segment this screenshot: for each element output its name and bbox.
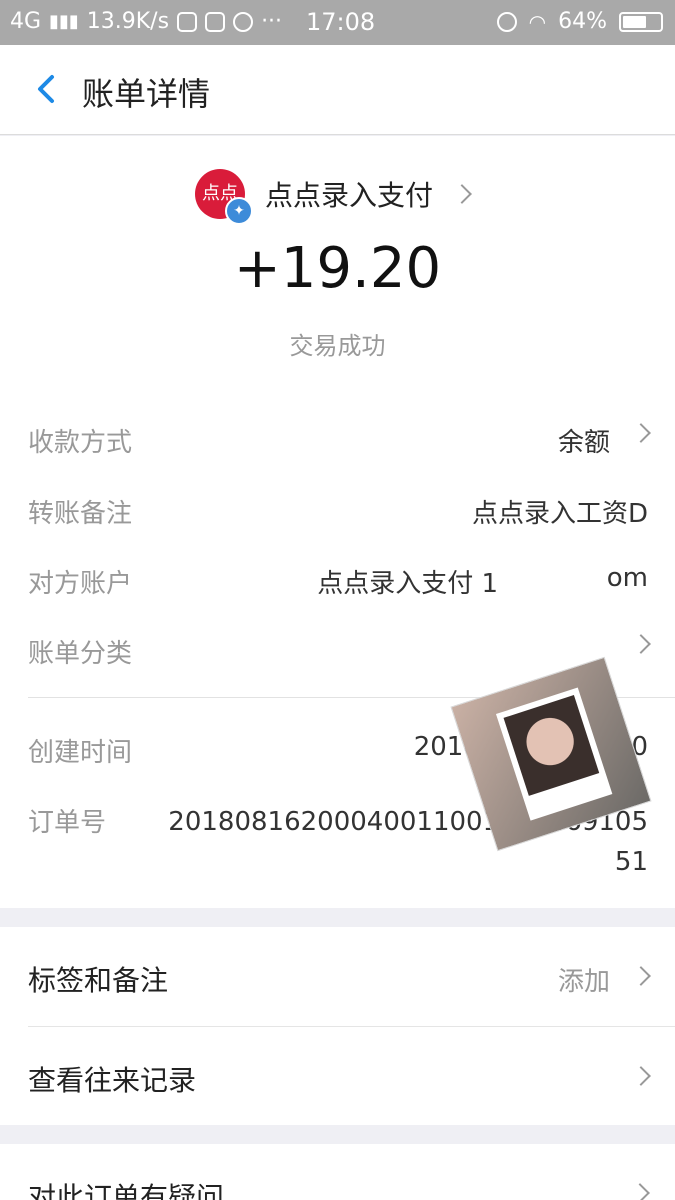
chevron-right-icon xyxy=(631,423,651,443)
chevron-right-icon xyxy=(630,1183,650,1200)
app-icon xyxy=(205,11,226,32)
question-card[interactable]: 对此订单有疑问 xyxy=(0,1144,675,1200)
item-label: 标签和备注 xyxy=(28,964,169,997)
bill-detail-card: 点点 ✦ 点点录入支付 +19.20 交易成功 收款方式 余额 转账备注 点点录… xyxy=(0,136,675,908)
alarm-icon xyxy=(496,11,517,32)
row-bill-category[interactable]: 账单分类 xyxy=(28,619,651,679)
row-value-suffix: om xyxy=(606,563,648,593)
row-label: 收款方式 xyxy=(28,428,133,458)
actions-card: 标签和备注 添加 查看往来记录 xyxy=(0,927,675,1125)
page-title: 账单详情 xyxy=(82,75,211,113)
row-label: 转账备注 xyxy=(28,499,133,529)
wechat-icon xyxy=(177,11,198,32)
add-link[interactable]: 添加 xyxy=(558,961,610,998)
merchant-name: 点点录入支付 xyxy=(265,179,434,212)
merchant-link[interactable]: 点点 ✦ 点点录入支付 xyxy=(195,166,472,225)
chevron-right-icon xyxy=(631,966,651,986)
row-value: 点点录入工资D xyxy=(471,499,648,529)
nav-header: 账单详情 xyxy=(0,45,675,135)
alarm-icon xyxy=(233,11,254,32)
row-payment-method[interactable]: 收款方式 余额 xyxy=(28,408,651,468)
network-indicator: 4G xyxy=(10,9,42,34)
row-counterparty-account: 对方账户 点点录入支付 1 om xyxy=(28,549,648,609)
tags-notes-item[interactable]: 标签和备注 添加 xyxy=(28,927,651,1025)
row-label: 对方账户 xyxy=(28,569,133,599)
signal-icon: ▮▮▮ xyxy=(49,11,79,32)
battery-icon xyxy=(619,11,663,32)
merchant-logo: 点点 ✦ xyxy=(195,169,253,225)
chevron-right-icon xyxy=(631,634,651,654)
photo-frame xyxy=(495,687,613,821)
row-label: 创建时间 xyxy=(28,738,133,768)
chevron-right-icon xyxy=(452,184,472,204)
back-arrow-icon[interactable] xyxy=(28,69,68,109)
row-value: 点点录入支付 1 xyxy=(317,569,498,599)
battery-percent: 64% xyxy=(558,9,607,34)
row-label: 订单号 xyxy=(28,808,107,838)
question-label: 对此订单有疑问 xyxy=(28,1181,225,1200)
row-label: 账单分类 xyxy=(28,639,133,669)
row-value: 余额 xyxy=(557,428,610,458)
more-indicator: ··· xyxy=(261,9,283,34)
transaction-amount: +19.20 xyxy=(233,236,442,301)
row-transfer-note: 转账备注 点点录入工资D xyxy=(28,479,648,539)
chevron-right-icon xyxy=(631,1066,651,1086)
history-item[interactable]: 查看往来记录 xyxy=(28,1027,651,1125)
portrait-image xyxy=(503,695,600,796)
clock: 17:08 xyxy=(306,8,376,36)
verified-badge-icon: ✦ xyxy=(225,197,253,225)
item-label: 查看往来记录 xyxy=(28,1064,197,1097)
wifi-icon: ◠ xyxy=(528,9,547,34)
network-speed: 13.9K/s xyxy=(86,9,170,34)
status-bar: 4G ▮▮▮ 13.9K/s ··· 17:08 ◠ 64% xyxy=(0,0,675,45)
battery-fill xyxy=(623,15,646,28)
transaction-status: 交易成功 xyxy=(289,332,386,360)
